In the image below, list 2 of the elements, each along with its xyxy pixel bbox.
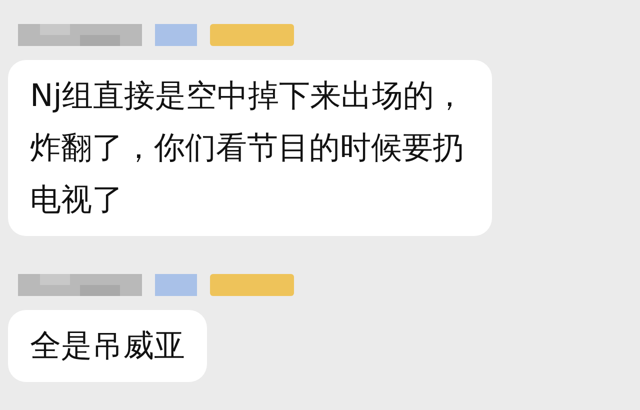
message-bubble: 全是吊威亚: [8, 310, 207, 382]
message-bubble: Nj组直接是空中掉下来出场的，炸翻了，你们看节目的时候要扔电视了: [8, 60, 492, 236]
